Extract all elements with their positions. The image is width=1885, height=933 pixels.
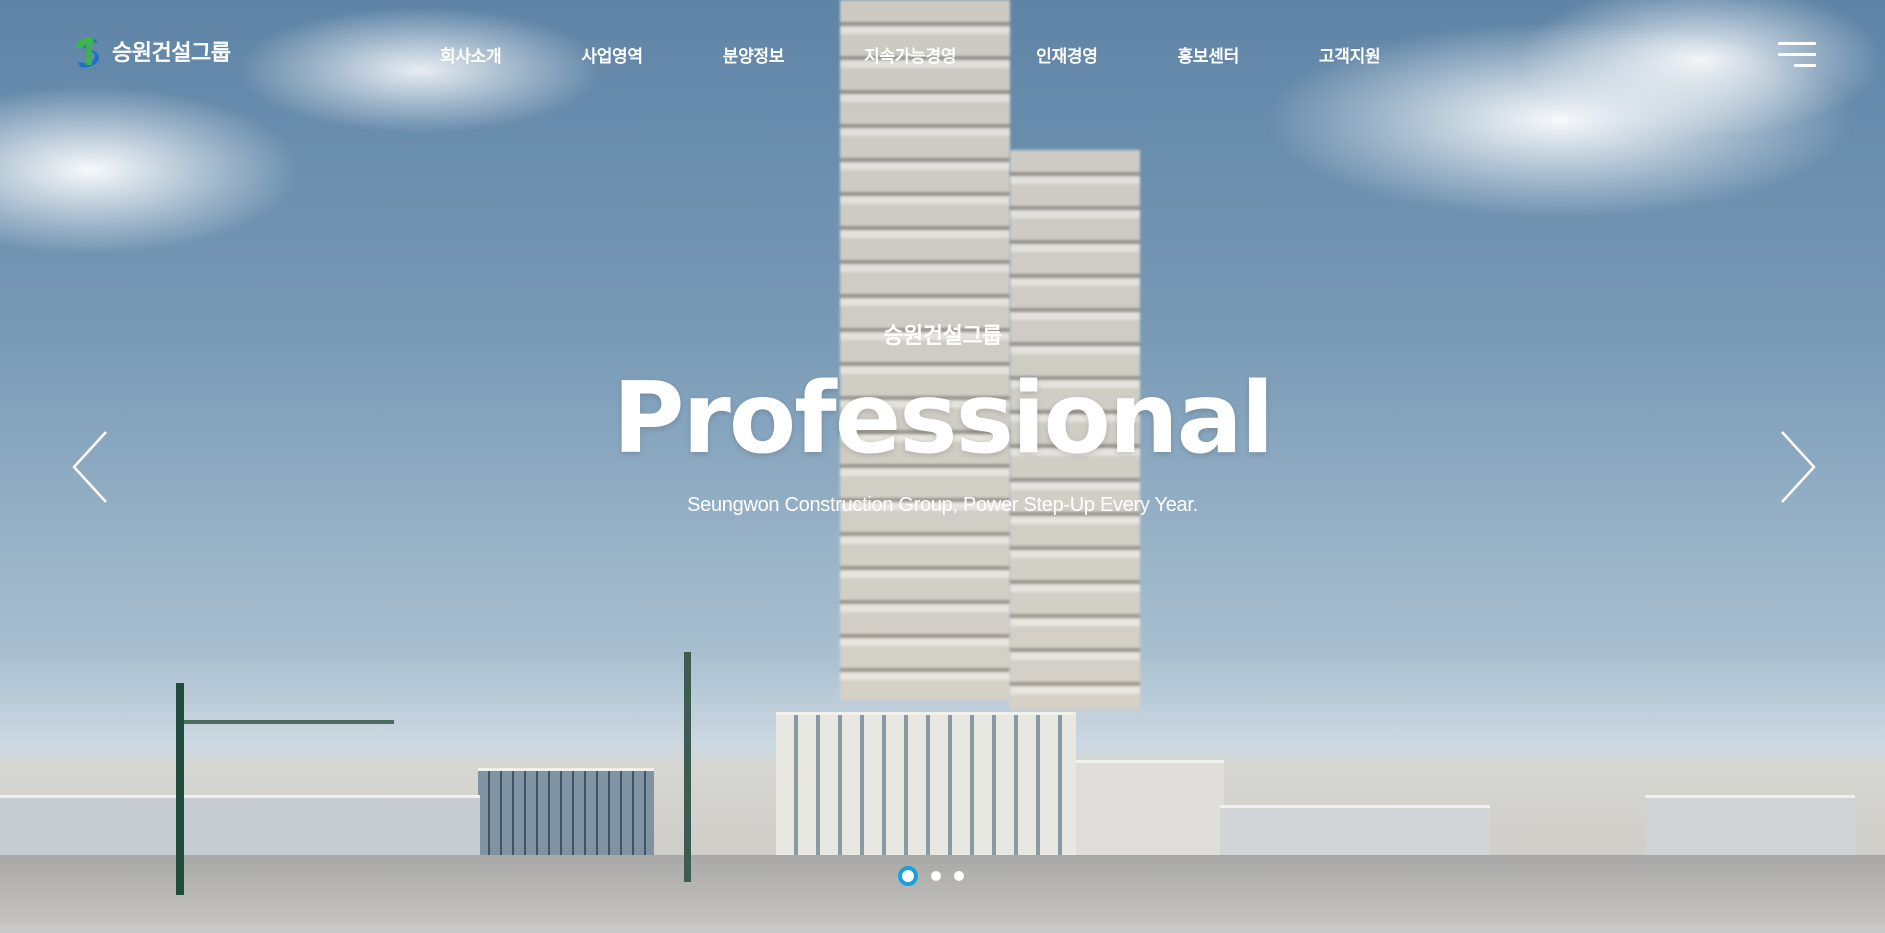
hero-copy: 승원건설그룹 Professional Seungwon Constructio… bbox=[0, 318, 1885, 517]
nav-item-sustainability[interactable]: 지속가능경영 bbox=[864, 42, 956, 67]
nav-item-about[interactable]: 회사소개 bbox=[440, 42, 502, 67]
hero-slider: 승원건설그룹 회사소개 사업영역 분양정보 지속가능경영 인재경영 홍보센터 고… bbox=[0, 0, 1885, 933]
pagination-dot-3[interactable] bbox=[954, 871, 964, 881]
logo-text: 승원건설그룹 bbox=[112, 41, 231, 66]
hero-eyebrow: 승원건설그룹 bbox=[883, 324, 1002, 349]
site-header: 승원건설그룹 회사소개 사업영역 분양정보 지속가능경영 인재경영 홍보센터 고… bbox=[0, 0, 1885, 108]
chevron-left-icon bbox=[72, 431, 107, 503]
main-nav: 회사소개 사업영역 분양정보 지속가능경영 인재경영 홍보센터 고객지원 bbox=[440, 42, 1460, 67]
nav-item-support[interactable]: 고객지원 bbox=[1319, 42, 1381, 67]
hamburger-icon[interactable] bbox=[1778, 42, 1816, 70]
prev-slide-button[interactable] bbox=[70, 430, 110, 504]
nav-item-business[interactable]: 사업영역 bbox=[581, 42, 643, 67]
hero-headline: Professional bbox=[612, 362, 1275, 476]
site-logo[interactable]: 승원건설그룹 bbox=[72, 34, 231, 68]
page-bottom-edge bbox=[0, 925, 1885, 933]
nav-item-careers[interactable]: 인재경영 bbox=[1036, 42, 1098, 67]
nav-item-pr-center[interactable]: 홍보센터 bbox=[1178, 42, 1240, 67]
chevron-right-icon bbox=[1781, 431, 1816, 503]
next-slide-button[interactable] bbox=[1778, 430, 1818, 504]
nav-item-sales[interactable]: 분양정보 bbox=[723, 42, 785, 67]
pagination-dot-1[interactable] bbox=[898, 866, 918, 886]
slide-pagination bbox=[898, 866, 964, 886]
logo-icon bbox=[72, 34, 104, 68]
hero-tagline: Seungwon Construction Group, Power Step-… bbox=[687, 494, 1198, 516]
pagination-dot-2[interactable] bbox=[931, 871, 941, 881]
